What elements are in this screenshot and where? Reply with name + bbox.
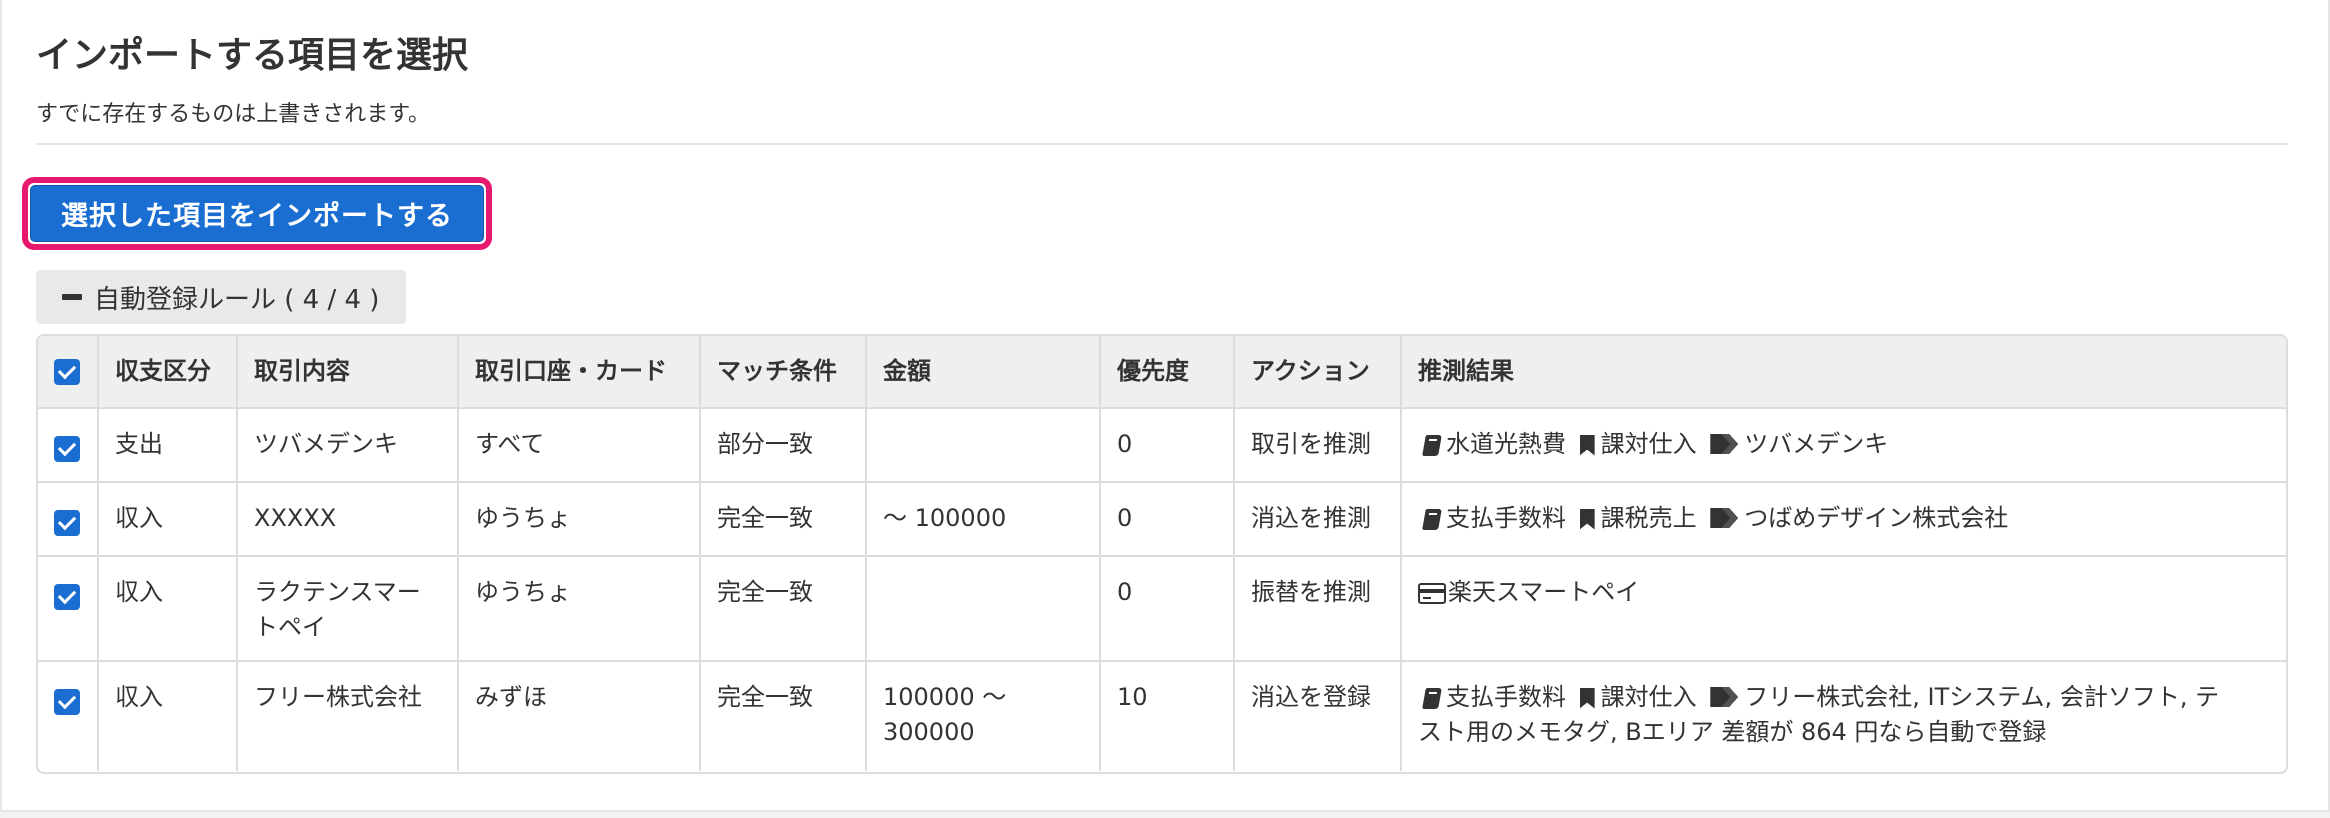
row-checkbox[interactable] bbox=[54, 435, 80, 462]
cell-amount-line: 100000 〜 bbox=[883, 683, 1007, 711]
cell-content: ラクテンスマー トペイ bbox=[237, 556, 459, 662]
book-icon bbox=[1422, 508, 1442, 530]
table-row: 支出 ツバメデンキ すべて 部分一致 0 取引を推測 水道光熱費 課対仕入 ツバ… bbox=[38, 408, 2286, 483]
book-icon bbox=[1422, 687, 1442, 709]
row-checkbox[interactable] bbox=[54, 688, 80, 715]
cell-match: 完全一致 bbox=[700, 556, 867, 662]
tags-icon bbox=[1710, 687, 1738, 709]
cell-content: フリー株式会社 bbox=[237, 661, 459, 771]
cell-account: みずほ bbox=[458, 661, 701, 771]
import-panel: インポートする項目を選択 すでに存在するものは上書きされます。 選択した項目をイ… bbox=[0, 0, 2330, 812]
header-content: 取引内容 bbox=[237, 336, 459, 409]
result-account-item: 支払手数料 bbox=[1446, 504, 1566, 532]
header-match: マッチ条件 bbox=[700, 336, 867, 409]
result-tax: 課対仕入 bbox=[1600, 683, 1697, 711]
result-tax: 課対仕入 bbox=[1600, 430, 1697, 458]
cell-priority: 0 bbox=[1100, 408, 1235, 483]
result-wallet: 楽天スマートペイ bbox=[1448, 578, 1640, 606]
cell-amount-line: 300000 bbox=[883, 718, 975, 746]
tags-icon bbox=[1710, 434, 1738, 456]
cell-content-line: ラクテンスマー bbox=[254, 578, 421, 606]
cell-content-line: トペイ bbox=[254, 613, 326, 641]
result-tags-continued: スト用のメモタグ, Bエリア 差額が 864 円なら自動で登録 bbox=[1418, 718, 2047, 746]
rules-table-container: 収支区分 取引内容 取引口座・カード マッチ条件 金額 優先度 アクション 推測… bbox=[36, 334, 2288, 774]
cell-result: 楽天スマートペイ bbox=[1401, 556, 2286, 662]
bookmark-icon bbox=[1579, 508, 1595, 530]
cell-content: ツバメデンキ bbox=[237, 408, 459, 483]
header-account: 取引口座・カード bbox=[458, 336, 701, 409]
cell-amount bbox=[866, 556, 1101, 662]
cell-priority: 0 bbox=[1100, 556, 1235, 662]
cell-account: ゆうちょ bbox=[458, 482, 701, 557]
page-subtitle: すでに存在するものは上書きされます。 bbox=[36, 102, 431, 127]
cell-action: 取引を推測 bbox=[1234, 408, 1402, 483]
header-amount: 金額 bbox=[866, 336, 1101, 409]
auto-rule-toggle[interactable]: 自動登録ルール ( 4 / 4 ) bbox=[36, 270, 406, 324]
cell-match: 部分一致 bbox=[700, 408, 867, 483]
row-checkbox-cell bbox=[38, 482, 99, 557]
cell-result: 支払手数料 課対仕入 フリー株式会社, ITシステム, 会計ソフト, テ スト用… bbox=[1401, 661, 2286, 771]
cell-type: 収入 bbox=[98, 482, 238, 557]
cell-action: 消込を推測 bbox=[1234, 482, 1402, 557]
cell-account: すべて bbox=[458, 408, 701, 483]
result-line: 支払手数料 課対仕入 フリー株式会社, ITシステム, 会計ソフト, テ bbox=[1418, 680, 2270, 715]
book-icon bbox=[1422, 434, 1442, 456]
cell-result: 支払手数料 課税売上 つばめデザイン株式会社 bbox=[1401, 482, 2286, 557]
table-row: 収入 XXXXX ゆうちょ 完全一致 〜 100000 0 消込を推測 支払手数… bbox=[38, 482, 2286, 557]
bookmark-icon bbox=[1579, 687, 1595, 709]
tags-icon bbox=[1710, 508, 1738, 530]
result-tags: ツバメデンキ bbox=[1744, 430, 1889, 458]
cell-match: 完全一致 bbox=[700, 482, 867, 557]
cell-type: 支出 bbox=[98, 408, 238, 483]
import-selected-button[interactable]: 選択した項目をインポートする bbox=[30, 185, 484, 242]
cell-content: XXXXX bbox=[237, 482, 459, 557]
select-all-checkbox[interactable] bbox=[54, 359, 80, 385]
result-tags: フリー株式会社, ITシステム, 会計ソフト, テ bbox=[1744, 683, 2220, 711]
auto-rule-toggle-label: 自動登録ルール ( 4 / 4 ) bbox=[94, 284, 380, 315]
cell-action: 振替を推測 bbox=[1234, 556, 1402, 662]
cell-amount bbox=[866, 408, 1101, 483]
header-type: 収支区分 bbox=[98, 336, 238, 409]
row-checkbox[interactable] bbox=[54, 583, 80, 610]
row-checkbox-cell bbox=[38, 661, 99, 771]
bookmark-icon bbox=[1579, 434, 1595, 456]
row-checkbox-cell bbox=[38, 556, 99, 662]
cell-priority: 0 bbox=[1100, 482, 1235, 557]
cell-account: ゆうちょ bbox=[458, 556, 701, 662]
cell-amount: 100000 〜 300000 bbox=[866, 661, 1101, 771]
row-checkbox-cell bbox=[38, 408, 99, 483]
header-action: アクション bbox=[1234, 336, 1402, 409]
minus-icon bbox=[62, 294, 82, 300]
cell-result: 水道光熱費 課対仕入 ツバメデンキ bbox=[1401, 408, 2286, 483]
header-checkbox-cell bbox=[38, 336, 99, 409]
cell-type: 収入 bbox=[98, 556, 238, 662]
cell-amount: 〜 100000 bbox=[866, 482, 1101, 557]
import-button-highlight: 選択した項目をインポートする bbox=[22, 177, 492, 250]
header-result: 推測結果 bbox=[1401, 336, 2286, 409]
cell-type: 収入 bbox=[98, 661, 238, 771]
rules-table: 収支区分 取引内容 取引口座・カード マッチ条件 金額 優先度 アクション 推測… bbox=[38, 336, 2286, 771]
result-tags: つばめデザイン株式会社 bbox=[1744, 504, 2009, 532]
table-row: 収入 フリー株式会社 みずほ 完全一致 100000 〜 300000 10 消… bbox=[38, 661, 2286, 771]
row-checkbox[interactable] bbox=[54, 509, 80, 536]
table-header-row: 収支区分 取引内容 取引口座・カード マッチ条件 金額 優先度 アクション 推測… bbox=[38, 336, 2286, 409]
cell-action: 消込を登録 bbox=[1234, 661, 1402, 771]
table-row: 収入 ラクテンスマー トペイ ゆうちょ 完全一致 0 振替を推測 楽天スマートペ… bbox=[38, 556, 2286, 662]
divider bbox=[36, 143, 2288, 145]
cell-priority: 10 bbox=[1100, 661, 1235, 771]
header-priority: 優先度 bbox=[1100, 336, 1235, 409]
result-tax: 課税売上 bbox=[1600, 504, 1697, 532]
page-title: インポートする項目を選択 bbox=[36, 35, 469, 76]
result-account-item: 水道光熱費 bbox=[1446, 430, 1566, 458]
cell-match: 完全一致 bbox=[700, 661, 867, 771]
result-account-item: 支払手数料 bbox=[1446, 683, 1566, 711]
credit-card-icon bbox=[1418, 582, 1446, 604]
